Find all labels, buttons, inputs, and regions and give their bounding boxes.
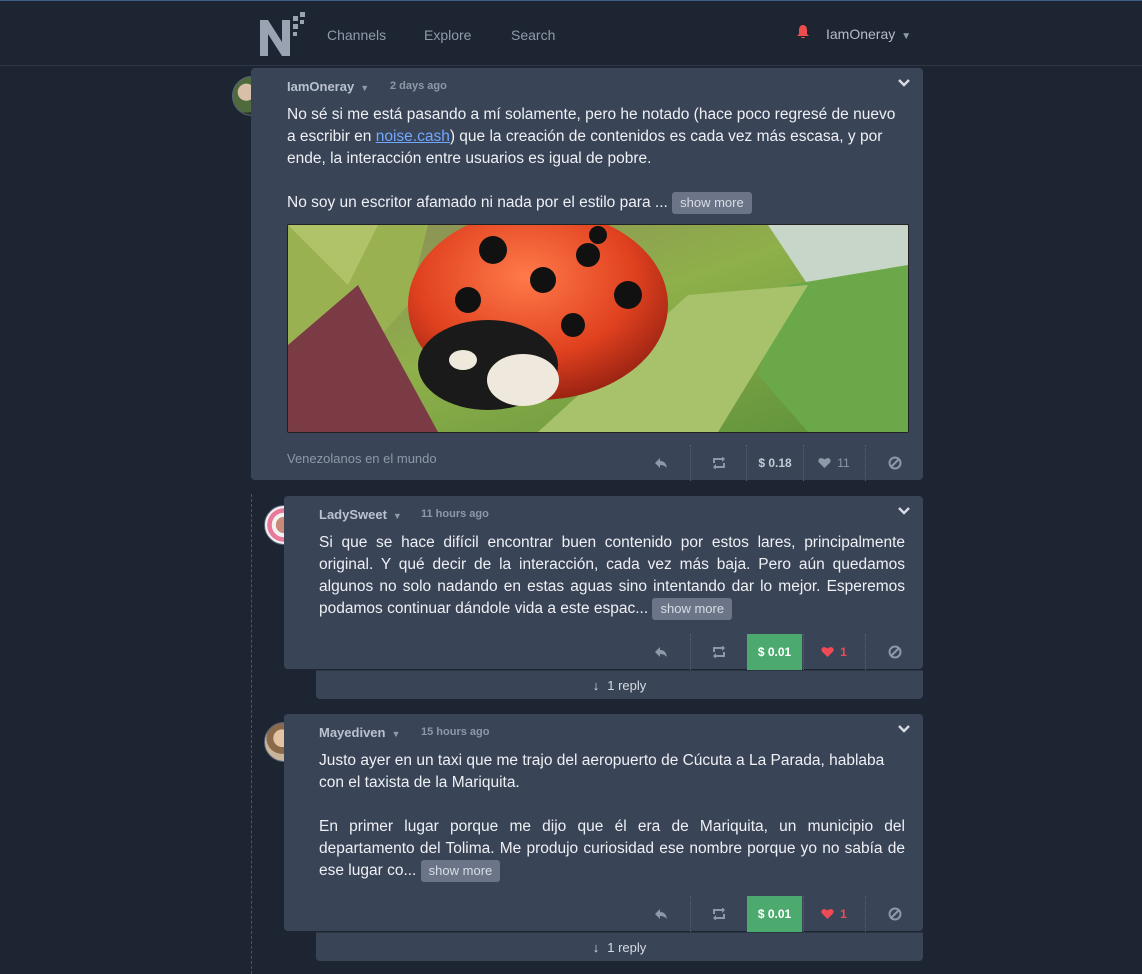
bell-icon[interactable] [797,25,809,42]
replies-count: 1 reply [607,677,647,693]
comment-time[interactable]: 11 hours ago [421,508,489,520]
nav-search[interactable]: Search [511,27,555,43]
replies-toggle[interactable]: ↓ 1 reply [316,932,923,961]
like-count: 1 [840,907,847,921]
user-menu[interactable]: IamOneray ▼ [826,26,911,42]
comment-card: LadySweet ▼ 11 hours ago Si que se hace d… [284,496,923,670]
reply-icon[interactable] [633,445,689,481]
like-button[interactable]: 1 [804,634,864,670]
nav-explore[interactable]: Explore [424,27,471,43]
repost-icon[interactable] [691,634,746,670]
repost-icon[interactable] [691,896,746,932]
chevron-down-icon[interactable] [897,722,911,737]
chevron-down-icon: ▼ [360,83,370,93]
block-icon[interactable] [866,896,923,932]
comment-author[interactable]: Mayediven ▼ [319,725,400,740]
chevron-down-icon: ▼ [391,729,401,739]
community-link[interactable]: Venezolanos en el mundo [287,451,437,466]
chevron-down-icon[interactable] [897,76,911,91]
user-menu-name: IamOneray [826,26,896,42]
comment-actions: $ 0.01 1 [633,896,923,932]
comment-body: Si que se hace difícil encontrar buen co… [319,532,905,620]
heart-icon [821,909,834,919]
thread-line [251,494,252,974]
post-link[interactable]: noise.cash [376,128,450,145]
post-text-part3: No soy un escritor afamado ni nada por e… [287,194,668,211]
reply-icon[interactable] [633,634,689,670]
tip-amount[interactable]: $ 0.18 [747,445,803,481]
chevron-down-icon: ▼ [392,511,402,521]
block-icon[interactable] [866,445,923,481]
block-icon[interactable] [866,634,923,670]
comment-time[interactable]: 15 hours ago [421,726,489,738]
post-image[interactable] [287,224,909,433]
comment-paragraph-1: Justo ayer en un taxi que me trajo del a… [319,752,885,791]
replies-count: 1 reply [607,939,647,955]
replies-toggle[interactable]: ↓ 1 reply [316,670,923,699]
like-button[interactable]: 11 [804,445,864,481]
post-paragraph-2: No soy un escritor afamado ni nada por e… [287,192,899,214]
like-button[interactable]: 1 [804,896,864,932]
chevron-down-icon[interactable] [897,504,911,519]
post-actions: $ 0.18 11 [633,445,923,481]
comment-author-name: LadySweet [319,507,387,522]
post-author-name: IamOneray [287,79,355,94]
comment-text: Si que se hace difícil encontrar buen co… [319,534,905,617]
post-body: No sé si me está pasando a mí solamente,… [287,104,899,170]
heart-icon [821,647,834,657]
show-more-button[interactable]: show more [652,598,733,620]
chevron-down-icon: ▼ [901,31,912,42]
tip-amount[interactable]: $ 0.01 [747,896,802,932]
repost-icon[interactable] [691,445,746,481]
nav-channels[interactable]: Channels [327,27,386,43]
show-more-button[interactable]: show more [420,860,501,882]
heart-icon [818,458,831,468]
comment-card: Mayediven ▼ 15 hours ago Justo ayer en un… [284,714,923,932]
show-more-button[interactable]: show more [672,192,752,214]
post-card: IamOneray ▼ 2 days ago No sé si me está p… [251,68,923,481]
comment-actions: $ 0.01 1 [633,634,923,670]
tip-amount[interactable]: $ 0.01 [747,634,802,670]
reply-icon[interactable] [633,896,689,932]
comment-author[interactable]: LadySweet ▼ [319,507,402,522]
post-author[interactable]: IamOneray ▼ [287,79,369,94]
comment-paragraph-2: En primer lugar porque me dijo que él er… [319,816,905,882]
like-count: 1 [840,645,847,659]
arrow-down-icon: ↓ [592,677,600,693]
arrow-down-icon: ↓ [592,939,600,955]
comment-text: En primer lugar porque me dijo que él er… [319,818,905,879]
post-time[interactable]: 2 days ago [390,80,447,92]
noise-logo[interactable] [258,10,308,58]
like-count: 11 [837,456,850,470]
comment-author-name: Mayediven [319,725,386,740]
top-navbar: Channels Explore Search IamOneray ▼ [0,0,1142,66]
